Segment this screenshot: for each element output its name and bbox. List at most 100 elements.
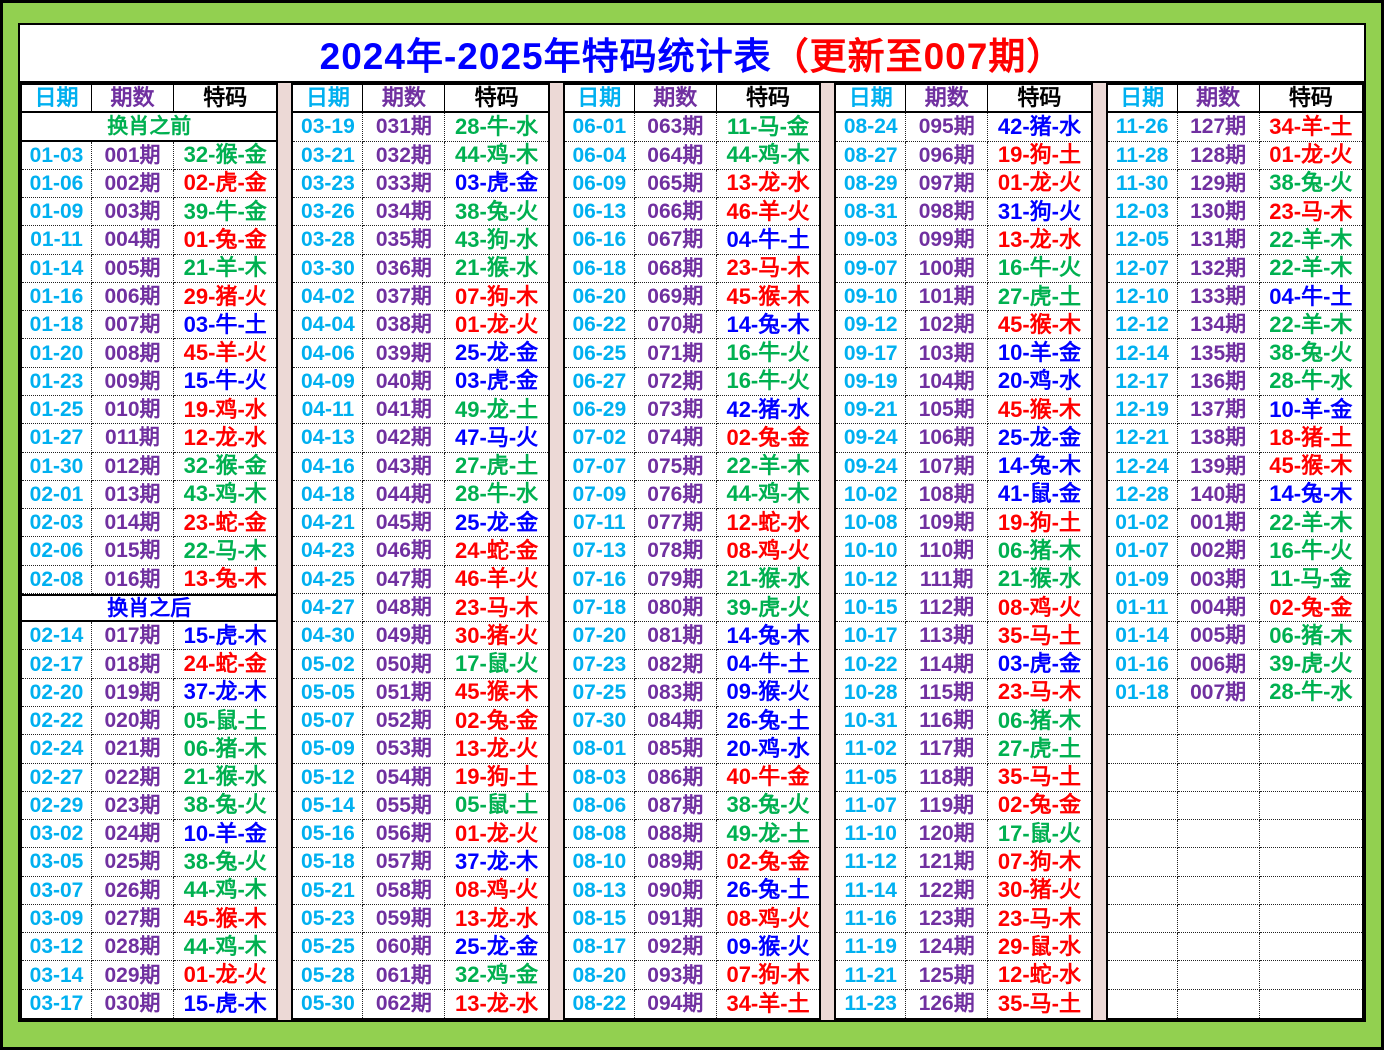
code-cell: 20-鸡-水 bbox=[717, 735, 819, 763]
date-cell: 05-18 bbox=[293, 848, 363, 876]
period-cell: 053期 bbox=[363, 735, 445, 763]
date-cell: 08-22 bbox=[565, 990, 635, 1018]
period-cell: 140期 bbox=[1178, 481, 1260, 509]
period-cell: 031期 bbox=[363, 113, 445, 141]
date-cell: 02-03 bbox=[22, 509, 92, 537]
date-cell: 11-23 bbox=[836, 990, 906, 1018]
period-cell: 044期 bbox=[363, 481, 445, 509]
code-cell: 25-龙-金 bbox=[445, 933, 547, 961]
code-cell: 43-鸡-木 bbox=[174, 481, 276, 509]
code-cell: 43-狗-水 bbox=[445, 226, 547, 254]
period-cell: 040期 bbox=[363, 368, 445, 396]
code-cell: 12-蛇-水 bbox=[717, 509, 819, 537]
date-cell: 12-12 bbox=[1108, 311, 1178, 339]
period-cell: 066期 bbox=[635, 198, 717, 226]
period-cell: 048期 bbox=[363, 594, 445, 622]
code-cell: 19-鸡-水 bbox=[174, 396, 276, 424]
date-cell: 04-16 bbox=[293, 453, 363, 481]
date-cell: 08-01 bbox=[565, 735, 635, 763]
code-cell: 10-羊-金 bbox=[1260, 396, 1362, 424]
period-cell: 135期 bbox=[1178, 339, 1260, 367]
period-cell: 110期 bbox=[906, 537, 988, 565]
date-cell: 04-09 bbox=[293, 368, 363, 396]
period-cell: 052期 bbox=[363, 707, 445, 735]
empty-code-cell bbox=[1260, 961, 1362, 989]
header-period: 期数 bbox=[1178, 85, 1260, 113]
code-cell: 12-蛇-水 bbox=[988, 961, 1090, 989]
empty-period-cell bbox=[1178, 848, 1260, 876]
date-cell: 11-07 bbox=[836, 792, 906, 820]
code-cell: 06-猪-木 bbox=[988, 707, 1090, 735]
code-cell: 34-羊-土 bbox=[1260, 113, 1362, 141]
code-cell: 35-马-土 bbox=[988, 764, 1090, 792]
date-cell: 07-09 bbox=[565, 481, 635, 509]
period-cell: 080期 bbox=[635, 594, 717, 622]
date-cell: 05-16 bbox=[293, 820, 363, 848]
period-cell: 035期 bbox=[363, 226, 445, 254]
code-cell: 49-龙-土 bbox=[717, 820, 819, 848]
code-cell: 16-牛-火 bbox=[1260, 537, 1362, 565]
date-cell: 12-10 bbox=[1108, 283, 1178, 311]
date-cell: 09-10 bbox=[836, 283, 906, 311]
table-area: 日期期数特码换肖之前01-03001期32-猴-金01-06002期02-虎-金… bbox=[20, 83, 1364, 1020]
period-cell: 119期 bbox=[906, 792, 988, 820]
period-cell: 030期 bbox=[92, 990, 174, 1018]
empty-period-cell bbox=[1178, 764, 1260, 792]
code-cell: 19-狗-土 bbox=[988, 142, 1090, 170]
code-cell: 15-虎-木 bbox=[174, 622, 276, 650]
date-cell: 04-18 bbox=[293, 481, 363, 509]
date-cell: 03-14 bbox=[22, 961, 92, 989]
code-cell: 42-猪-水 bbox=[717, 396, 819, 424]
date-cell: 11-02 bbox=[836, 735, 906, 763]
code-cell: 04-牛-土 bbox=[717, 650, 819, 678]
period-cell: 114期 bbox=[906, 650, 988, 678]
period-cell: 001期 bbox=[92, 142, 174, 170]
period-cell: 010期 bbox=[92, 396, 174, 424]
date-cell: 07-20 bbox=[565, 622, 635, 650]
date-cell: 04-27 bbox=[293, 594, 363, 622]
code-cell: 05-鼠-土 bbox=[174, 707, 276, 735]
date-cell: 02-17 bbox=[22, 650, 92, 678]
code-cell: 38-兔-火 bbox=[445, 198, 547, 226]
empty-date-cell bbox=[1108, 877, 1178, 905]
date-cell: 08-15 bbox=[565, 905, 635, 933]
period-cell: 121期 bbox=[906, 848, 988, 876]
date-cell: 03-21 bbox=[293, 142, 363, 170]
code-cell: 45-猴-木 bbox=[988, 311, 1090, 339]
code-cell: 14-兔-木 bbox=[717, 622, 819, 650]
date-cell: 07-16 bbox=[565, 566, 635, 594]
code-cell: 32-猴-金 bbox=[174, 453, 276, 481]
period-cell: 057期 bbox=[363, 848, 445, 876]
code-cell: 21-猴-水 bbox=[988, 566, 1090, 594]
code-cell: 13-龙-火 bbox=[445, 735, 547, 763]
period-cell: 046期 bbox=[363, 537, 445, 565]
date-cell: 01-09 bbox=[1108, 566, 1178, 594]
period-cell: 043期 bbox=[363, 453, 445, 481]
period-cell: 051期 bbox=[363, 679, 445, 707]
date-cell: 02-24 bbox=[22, 735, 92, 763]
period-cell: 021期 bbox=[92, 735, 174, 763]
date-cell: 10-08 bbox=[836, 509, 906, 537]
date-cell: 04-06 bbox=[293, 339, 363, 367]
period-cell: 068期 bbox=[635, 255, 717, 283]
date-cell: 10-12 bbox=[836, 566, 906, 594]
code-cell: 19-狗-土 bbox=[988, 509, 1090, 537]
period-cell: 017期 bbox=[92, 622, 174, 650]
code-cell: 35-马-土 bbox=[988, 990, 1090, 1018]
empty-code-cell bbox=[1260, 877, 1362, 905]
code-cell: 04-牛-土 bbox=[1260, 283, 1362, 311]
header-period: 期数 bbox=[635, 85, 717, 113]
code-cell: 49-龙-土 bbox=[445, 396, 547, 424]
period-cell: 108期 bbox=[906, 481, 988, 509]
period-cell: 045期 bbox=[363, 509, 445, 537]
period-cell: 099期 bbox=[906, 226, 988, 254]
date-cell: 02-14 bbox=[22, 622, 92, 650]
date-cell: 12-07 bbox=[1108, 255, 1178, 283]
empty-date-cell bbox=[1108, 707, 1178, 735]
code-cell: 27-虎-土 bbox=[445, 453, 547, 481]
date-cell: 09-21 bbox=[836, 396, 906, 424]
period-cell: 007期 bbox=[1178, 679, 1260, 707]
period-cell: 070期 bbox=[635, 311, 717, 339]
period-cell: 024期 bbox=[92, 820, 174, 848]
code-cell: 08-鸡-火 bbox=[445, 877, 547, 905]
